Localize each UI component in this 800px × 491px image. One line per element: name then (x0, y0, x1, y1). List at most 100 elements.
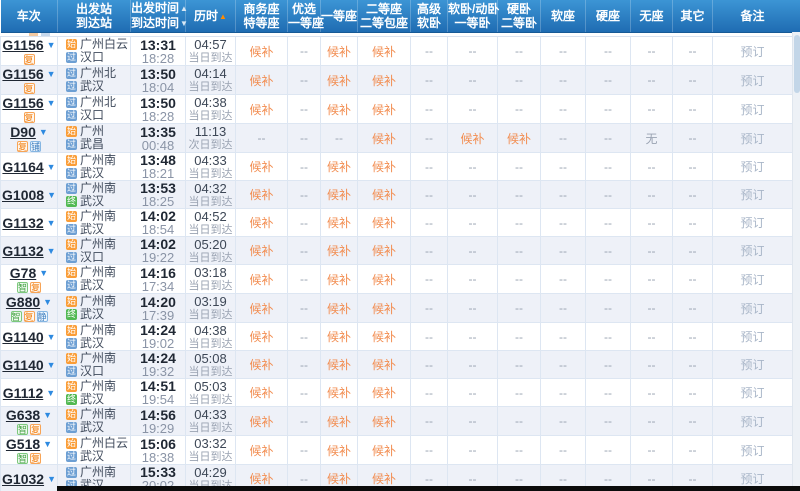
seat-cell-second-class[interactable]: 候补 (357, 322, 411, 351)
train-number-link[interactable]: G1140 (2, 329, 43, 345)
expand-caret-icon[interactable]: ▼ (39, 268, 48, 278)
train-number-link[interactable]: D90 (10, 124, 36, 140)
train-number-link[interactable]: G1132 (2, 215, 43, 231)
book-button[interactable]: 预订 (740, 132, 764, 146)
train-number-link[interactable]: G1008 (2, 187, 44, 203)
column-header-duration[interactable]: 历时▲ (185, 0, 236, 33)
seat-cell-first-class[interactable]: 候补 (320, 65, 358, 95)
book-button[interactable]: 预订 (740, 472, 764, 486)
column-header-times[interactable]: 出发时间▲ 到达时间▼ (130, 0, 188, 33)
sort-asc-icon[interactable]: ▲ (180, 4, 188, 13)
seat-cell-business[interactable]: 候补 (235, 208, 288, 237)
seat-cell-second-class[interactable]: 候补 (357, 36, 411, 66)
expand-caret-icon[interactable]: ▼ (39, 127, 48, 137)
sort-desc-icon[interactable]: ▼ (180, 19, 188, 28)
seat-cell-business[interactable]: 候补 (235, 36, 288, 66)
seat-cell-soft-sleeper[interactable]: 候补 (447, 123, 498, 153)
seat-cell-first-class[interactable]: 候补 (320, 36, 358, 66)
seat-cell-first-class[interactable]: 候补 (320, 180, 358, 209)
train-number-link[interactable]: G1032 (2, 471, 44, 487)
expand-caret-icon[interactable]: ▼ (47, 162, 56, 172)
seat-cell-business[interactable]: 候补 (235, 152, 288, 181)
expand-caret-icon[interactable]: ▼ (47, 40, 56, 50)
expand-caret-icon[interactable]: ▼ (43, 297, 52, 307)
seat-cell-second-class[interactable]: 候补 (357, 236, 411, 265)
expand-caret-icon[interactable]: ▼ (47, 360, 56, 370)
vertical-scrollbar[interactable] (792, 32, 800, 491)
book-button[interactable]: 预订 (740, 358, 764, 372)
seat-cell-first-class[interactable]: 候补 (320, 350, 358, 379)
expand-caret-icon[interactable]: ▼ (47, 246, 56, 256)
train-number-link[interactable]: G1156 (2, 95, 43, 111)
seat-cell-business[interactable]: 候补 (235, 236, 288, 265)
train-number-link[interactable]: G1156 (2, 37, 43, 53)
seat-cell-business[interactable]: 候补 (235, 322, 288, 351)
book-button[interactable]: 预订 (740, 302, 764, 316)
book-button[interactable]: 预订 (740, 103, 764, 117)
seat-cell-first-class[interactable]: 候补 (320, 264, 358, 294)
book-button[interactable]: 预订 (740, 45, 764, 59)
expand-caret-icon[interactable]: ▼ (47, 474, 56, 484)
seat-cell-first-class[interactable]: 候补 (320, 208, 358, 237)
sort-asc-icon[interactable]: ▲ (219, 12, 227, 21)
seat-cell-second-class[interactable]: 候补 (357, 293, 411, 323)
seat-cell-business[interactable]: 候补 (235, 293, 288, 323)
expand-caret-icon[interactable]: ▼ (47, 69, 56, 79)
book-button[interactable]: 预订 (740, 160, 764, 174)
seat-cell-first-class[interactable]: 候补 (320, 378, 358, 407)
seat-cell-business[interactable]: 候补 (235, 65, 288, 95)
scrollbar-thumb[interactable] (794, 35, 800, 93)
train-number-link[interactable]: G1156 (2, 66, 43, 82)
train-number-link[interactable]: G78 (10, 265, 36, 281)
expand-caret-icon[interactable]: ▼ (46, 388, 55, 398)
expand-caret-icon[interactable]: ▼ (47, 98, 56, 108)
expand-caret-icon[interactable]: ▼ (47, 332, 56, 342)
seat-cell-second-class[interactable]: 候补 (357, 208, 411, 237)
book-button[interactable]: 预订 (740, 415, 764, 429)
seat-cell-second-class[interactable]: 候补 (357, 94, 411, 124)
train-number-link[interactable]: G880 (6, 294, 40, 310)
seat-cell-second-class[interactable]: 候补 (357, 152, 411, 181)
book-button[interactable]: 预订 (740, 244, 764, 258)
seat-cell-second-class[interactable]: 候补 (357, 180, 411, 209)
seat-cell-business[interactable]: 候补 (235, 378, 288, 407)
train-number-link[interactable]: G1140 (2, 357, 43, 373)
seat-cell-second-class[interactable]: 候补 (357, 406, 411, 436)
train-number-link[interactable]: G1164 (2, 159, 43, 175)
seat-cell-second-class[interactable]: 候补 (357, 435, 411, 465)
seat-cell-business[interactable]: 候补 (235, 350, 288, 379)
seat-cell-first-class[interactable]: 候补 (320, 406, 358, 436)
seat-cell-hard-sleeper[interactable]: 候补 (497, 123, 541, 153)
book-button[interactable]: 预订 (740, 444, 764, 458)
seat-cell-business[interactable]: 候补 (235, 264, 288, 294)
expand-caret-icon[interactable]: ▼ (43, 439, 52, 449)
book-button[interactable]: 预订 (740, 74, 764, 88)
book-button[interactable]: 预订 (740, 330, 764, 344)
seat-cell-first-class[interactable]: 候补 (320, 94, 358, 124)
seat-cell-first-class[interactable]: 候补 (320, 236, 358, 265)
train-number-link[interactable]: G518 (6, 436, 40, 452)
book-button[interactable]: 预订 (740, 188, 764, 202)
seat-cell-first-class[interactable]: 候补 (320, 322, 358, 351)
seat-cell-second-class[interactable]: 候补 (357, 123, 411, 153)
seat-cell-business[interactable]: 候补 (235, 406, 288, 436)
expand-caret-icon[interactable]: ▼ (47, 218, 56, 228)
expand-caret-icon[interactable]: ▼ (47, 190, 56, 200)
seat-cell-first-class[interactable]: 候补 (320, 152, 358, 181)
seat-cell-first-class[interactable]: 候补 (320, 293, 358, 323)
seat-cell-business[interactable]: 候补 (235, 435, 288, 465)
train-number-link[interactable]: G638 (6, 407, 40, 423)
expand-caret-icon[interactable]: ▼ (43, 410, 52, 420)
seat-cell-second-class[interactable]: 候补 (357, 350, 411, 379)
book-button[interactable]: 预订 (740, 216, 764, 230)
seat-cell-business[interactable]: 候补 (235, 94, 288, 124)
book-button[interactable]: 预订 (740, 386, 764, 400)
seat-cell-first-class[interactable]: 候补 (320, 435, 358, 465)
seat-cell-business[interactable]: 候补 (235, 180, 288, 209)
seat-cell-second-class[interactable]: 候补 (357, 264, 411, 294)
train-number-link[interactable]: G1112 (3, 385, 44, 401)
seat-cell-second-class[interactable]: 候补 (357, 378, 411, 407)
book-button[interactable]: 预订 (740, 273, 764, 287)
seat-cell-second-class[interactable]: 候补 (357, 65, 411, 95)
train-number-link[interactable]: G1132 (2, 243, 43, 259)
